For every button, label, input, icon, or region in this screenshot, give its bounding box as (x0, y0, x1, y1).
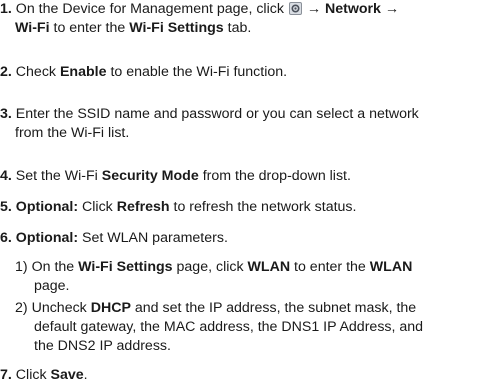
step-2: 2. Check Enable to enable the Wi-Fi func… (0, 64, 288, 80)
sub-step-number: 1) (15, 259, 28, 275)
sub-step-number: 2) (15, 300, 28, 316)
step-number: 5. (0, 199, 12, 215)
step-number: 3. (0, 106, 12, 122)
step-number: 2. (0, 64, 12, 80)
step-6-sub-1-line-2: page. (34, 278, 70, 294)
step-6: 6. Optional: Set WLAN parameters. (0, 230, 228, 246)
step-1-line-1: 1. On the Device for Management page, cl… (0, 1, 400, 17)
step-number: 6. (0, 230, 12, 246)
step-number: 4. (0, 168, 12, 184)
step-6-sub-2-line-2: default gateway, the MAC address, the DN… (34, 319, 424, 335)
step-1-line-2: Wi-Fi to enter the Wi-Fi Settings tab. (15, 20, 252, 36)
tab-name: Wi-Fi Settings (129, 20, 224, 36)
step-number: 1. (0, 1, 12, 17)
step-4: 4. Set the Wi-Fi Security Mode from the … (0, 168, 351, 184)
step-6-sub-2-line-3: the DNS2 IP address. (34, 338, 171, 354)
step-6-sub-2-line-1: 2) Uncheck DHCP and set the IP address, … (15, 300, 417, 316)
step-5: 5. Optional: Click Refresh to refresh th… (0, 199, 357, 215)
menu-path-network: Network (324, 1, 381, 17)
menu-path-wifi: Wi-Fi (15, 20, 50, 36)
step-6-sub-1-line-1: 1) On the Wi-Fi Settings page, click WLA… (15, 259, 413, 275)
step-3-line-2: from the Wi-Fi list. (15, 125, 130, 141)
step-7: 7. Click Save. (0, 367, 88, 383)
step-number: 7. (0, 367, 12, 383)
settings-gear-icon (288, 2, 302, 15)
step-3-line-1: 3. Enter the SSID name and password or y… (0, 106, 419, 122)
